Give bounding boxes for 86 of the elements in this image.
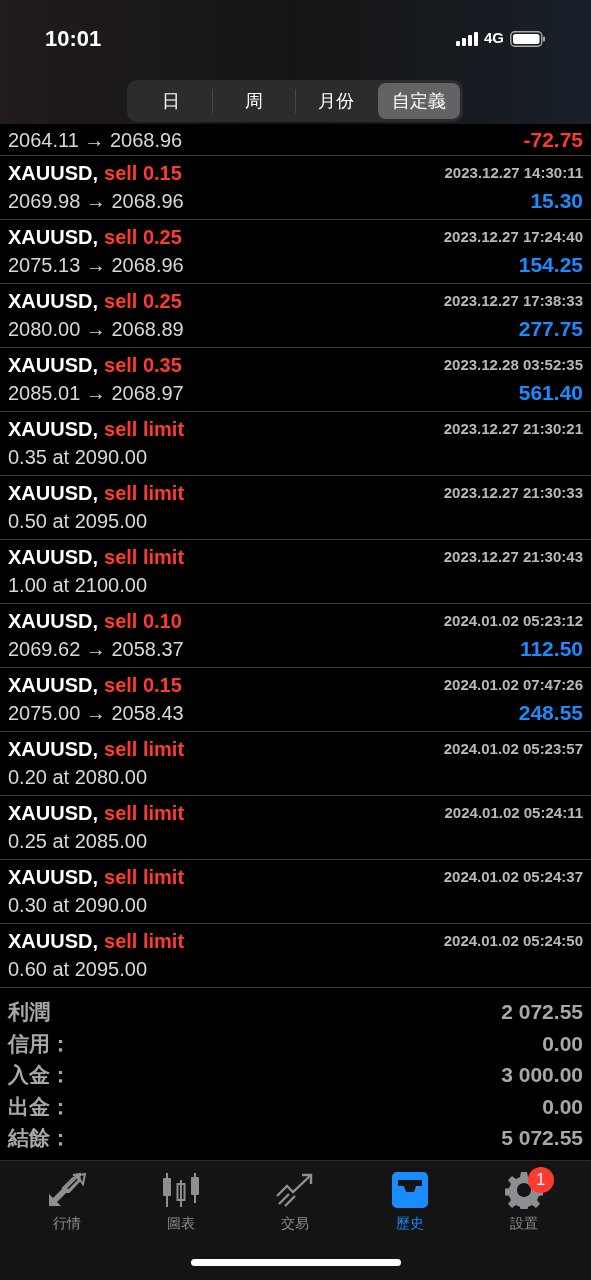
symbol-text: XAUUSD, — [8, 160, 98, 186]
summary-label: 入金： — [8, 1062, 71, 1088]
timestamp-text: 2023.12.27 21:30:43 — [443, 546, 583, 567]
summary-label: 出金： — [8, 1093, 71, 1120]
symbol-text: XAUUSD, — [8, 800, 98, 826]
period-tab[interactable]: 月份 — [295, 83, 378, 119]
period-tab[interactable]: 日 — [130, 83, 212, 119]
timestamp-text: 2023.12.27 14:30:11 — [444, 162, 583, 183]
timestamp-text: 2024.01.02 07:47:26 — [443, 674, 583, 695]
symbol-text: XAUUSD, — [8, 736, 98, 762]
summary-label: 利潤 — [8, 999, 50, 1025]
timestamp-text: 2023.12.27 17:38:33 — [443, 290, 583, 311]
price-text: 0.60 at 2095.00 — [8, 956, 147, 982]
symbol-text: XAUUSD, — [8, 352, 98, 378]
summary-value: 2 072.55 — [501, 999, 583, 1025]
timestamp-text: 2024.01.02 05:23:12 — [443, 610, 583, 631]
order-type-text: sell limit — [104, 416, 185, 442]
summary-value: 0.00 — [542, 1030, 583, 1057]
profit-value: 15.30 — [530, 187, 583, 214]
order-type-text: sell limit — [104, 800, 185, 826]
timestamp-text: 2023.12.27 21:30:21 — [443, 418, 583, 439]
tab-bar-item[interactable]: 圖表 — [141, 1171, 222, 1234]
order-type-text: sell limit — [104, 864, 185, 890]
arrows-icon — [47, 1172, 88, 1208]
order-type-text: sell 0.15 — [104, 160, 182, 186]
summary-label: 信用： — [8, 1030, 71, 1057]
timestamp-text: 2023.12.27 17:24:40 — [443, 226, 583, 247]
price-text: 2075.00 → 2058.43 — [8, 700, 184, 726]
profit-value: 154.25 — [518, 251, 583, 278]
profit-value: 561.40 — [518, 379, 583, 406]
symbol-text: XAUUSD, — [8, 224, 98, 250]
notification-badge: 1 — [527, 1167, 554, 1193]
price-text: 2064.11 → 2068.96 — [8, 127, 183, 152]
price-text: 0.20 at 2080.00 — [8, 764, 147, 790]
clock-time: 10:01 — [45, 25, 102, 53]
order-type-text: sell limit — [104, 928, 185, 954]
summary-value: 3 000.00 — [501, 1062, 583, 1088]
price-text: 2085.01 → 2068.97 — [8, 380, 184, 406]
summary-value: 0.00 — [542, 1093, 583, 1120]
summary-label: 結餘： — [8, 1125, 71, 1151]
timestamp-text: 2023.12.27 21:30:33 — [443, 482, 583, 503]
timestamp-text: 2024.01.02 05:24:37 — [443, 866, 583, 887]
symbol-text: XAUUSD, — [8, 864, 98, 890]
timestamp-text: 2024.01.02 05:23:57 — [443, 738, 583, 759]
timestamp-text: 2024.01.02 05:24:11 — [444, 802, 583, 823]
profit-value: 277.75 — [518, 315, 583, 342]
price-text: 1.00 at 2100.00 — [8, 572, 147, 598]
price-text: 2069.98 → 2068.96 — [8, 188, 184, 214]
price-text: 0.25 at 2085.00 — [8, 828, 147, 854]
price-text: 0.35 at 2090.00 — [8, 444, 147, 470]
price-text: 0.30 at 2090.00 — [8, 892, 147, 918]
symbol-text: XAUUSD, — [8, 608, 98, 634]
symbol-text: XAUUSD, — [8, 672, 98, 698]
order-type-text: sell limit — [104, 480, 185, 506]
candlestick-icon — [161, 1172, 202, 1208]
summary-value: 5 072.55 — [501, 1125, 583, 1151]
order-type-text: sell limit — [104, 736, 185, 762]
inbox-tray-icon — [390, 1172, 429, 1208]
price-text: 2075.13 → 2068.96 — [8, 252, 184, 278]
order-type-text: sell 0.25 — [104, 224, 182, 250]
network-type: 4G — [484, 28, 504, 49]
price-text: 0.50 at 2095.00 — [8, 508, 147, 534]
symbol-text: XAUUSD, — [8, 928, 98, 954]
order-type-text: sell 0.10 — [104, 608, 182, 634]
order-type-text: sell 0.15 — [104, 672, 182, 698]
battery-icon — [510, 30, 546, 47]
profit-value: -72.75 — [523, 127, 583, 152]
signal-icon — [456, 31, 478, 46]
order-type-text: sell 0.35 — [104, 352, 182, 378]
timestamp-text: 2023.12.28 03:52:35 — [443, 354, 583, 375]
price-text: 2069.62 → 2058.37 — [8, 636, 184, 662]
symbol-text: XAUUSD, — [8, 416, 98, 442]
period-tab[interactable]: 周 — [212, 83, 295, 119]
price-text: 2080.00 → 2068.89 — [8, 316, 184, 342]
symbol-text: XAUUSD, — [8, 544, 98, 570]
profit-value: 248.55 — [518, 699, 583, 726]
order-type-text: sell 0.25 — [104, 288, 182, 314]
symbol-text: XAUUSD, — [8, 288, 98, 314]
tab-bar-item[interactable]: 行情 — [27, 1171, 108, 1234]
profit-value: 112.50 — [519, 635, 583, 662]
symbol-text: XAUUSD, — [8, 480, 98, 506]
period-tab[interactable]: 自定義 — [378, 83, 460, 119]
timestamp-text: 2024.01.02 05:24:50 — [443, 930, 583, 951]
order-type-text: sell limit — [104, 544, 185, 570]
tab-bar-item[interactable]: 歷史 — [369, 1171, 450, 1234]
tab-bar-item[interactable]: 交易 — [255, 1171, 336, 1234]
